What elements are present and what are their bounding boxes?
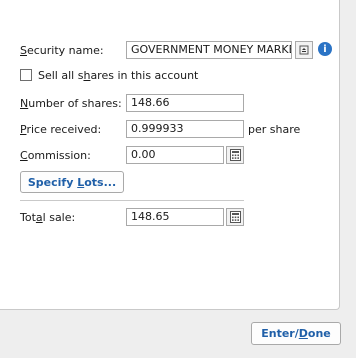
calculator-icon[interactable] (226, 208, 244, 226)
security-picker-icon[interactable] (295, 41, 313, 59)
info-icon[interactable]: i (318, 42, 332, 56)
sell-all-label: Sell all shares in this account (38, 69, 199, 82)
security-name-field[interactable]: GOVERNMENT MONEY MARKET (126, 41, 292, 59)
shares-label: Number of shares: (20, 97, 122, 110)
divider (20, 200, 244, 201)
commission-input[interactable]: 0.00 (126, 146, 224, 164)
specify-lots-button[interactable]: Specify Lots... (20, 171, 124, 193)
total-sale-label: Total sale: (20, 211, 76, 224)
sell-all-checkbox[interactable] (20, 69, 32, 81)
shares-input[interactable]: 148.66 (126, 94, 244, 112)
total-sale-input[interactable]: 148.65 (126, 208, 224, 226)
calculator-icon[interactable] (226, 146, 244, 164)
per-share-label: per share (248, 123, 301, 136)
price-input[interactable]: 0.999933 (126, 120, 244, 138)
commission-label: Commission: (20, 149, 91, 162)
price-label: Price received: (20, 123, 102, 136)
security-name-label: Security name: (20, 44, 104, 57)
enter-done-button[interactable]: Enter/Done (251, 322, 341, 345)
sell-shares-form: Security name: GOVERNMENT MONEY MARKET i… (0, 0, 340, 310)
